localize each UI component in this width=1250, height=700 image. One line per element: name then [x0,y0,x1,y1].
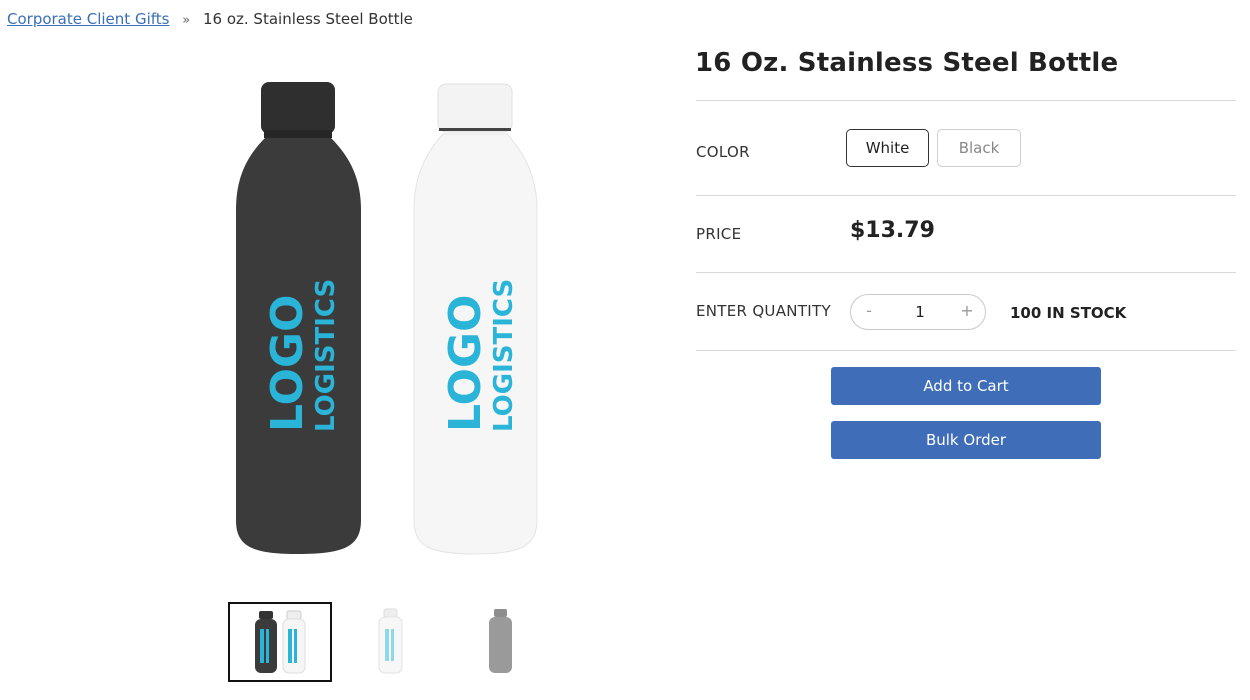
breadcrumb: Corporate Client Gifts » 16 oz. Stainles… [7,10,413,28]
color-option-white[interactable]: White [846,129,929,167]
white-bottle: LOGO LOGISTICS [413,83,538,555]
price-value: $13.79 [850,218,935,243]
bulk-order-button[interactable]: Bulk Order [831,421,1101,459]
breadcrumb-link-corporate-client-gifts[interactable]: Corporate Client Gifts [7,10,169,28]
quantity-stepper: - + [850,294,986,330]
thumbnail-white-image [378,608,403,674]
bottles-illustration: LOGO LOGISTICS LOGO LOGISTICS [236,82,538,555]
thumbnail-pair[interactable] [228,602,332,682]
thumbnail-gray-image [489,609,512,673]
divider [696,195,1236,196]
color-label: COLOR [696,143,750,161]
breadcrumb-current: 16 oz. Stainless Steel Bottle [202,10,413,28]
logo-subtext-black: LOGISTICS [311,279,341,432]
product-image: LOGO LOGISTICS LOGO LOGISTICS [215,70,555,570]
black-bottle: LOGO LOGISTICS [236,82,361,554]
logo-text-black: LOGO [262,295,313,432]
quantity-decrement-button[interactable]: - [859,301,879,320]
divider [696,272,1236,273]
divider [696,100,1236,101]
thumbnail-pair-image [255,610,306,674]
logo-subtext-white: LOGISTICS [489,279,519,432]
quantity-increment-button[interactable]: + [957,301,977,320]
product-title: 16 Oz. Stainless Steel Bottle [695,48,1119,78]
thumbnail-white[interactable] [340,602,440,678]
quantity-input[interactable] [891,300,949,324]
color-option-black[interactable]: Black [937,129,1021,167]
breadcrumb-separator: » [182,13,191,28]
thumbnail-gray[interactable] [450,602,550,678]
price-label: PRICE [696,225,742,243]
quantity-label: ENTER QUANTITY [696,302,831,320]
divider [696,350,1236,351]
logo-text-white: LOGO [440,295,491,432]
stock-status: 100 IN STOCK [1010,304,1127,322]
add-to-cart-button[interactable]: Add to Cart [831,367,1101,405]
